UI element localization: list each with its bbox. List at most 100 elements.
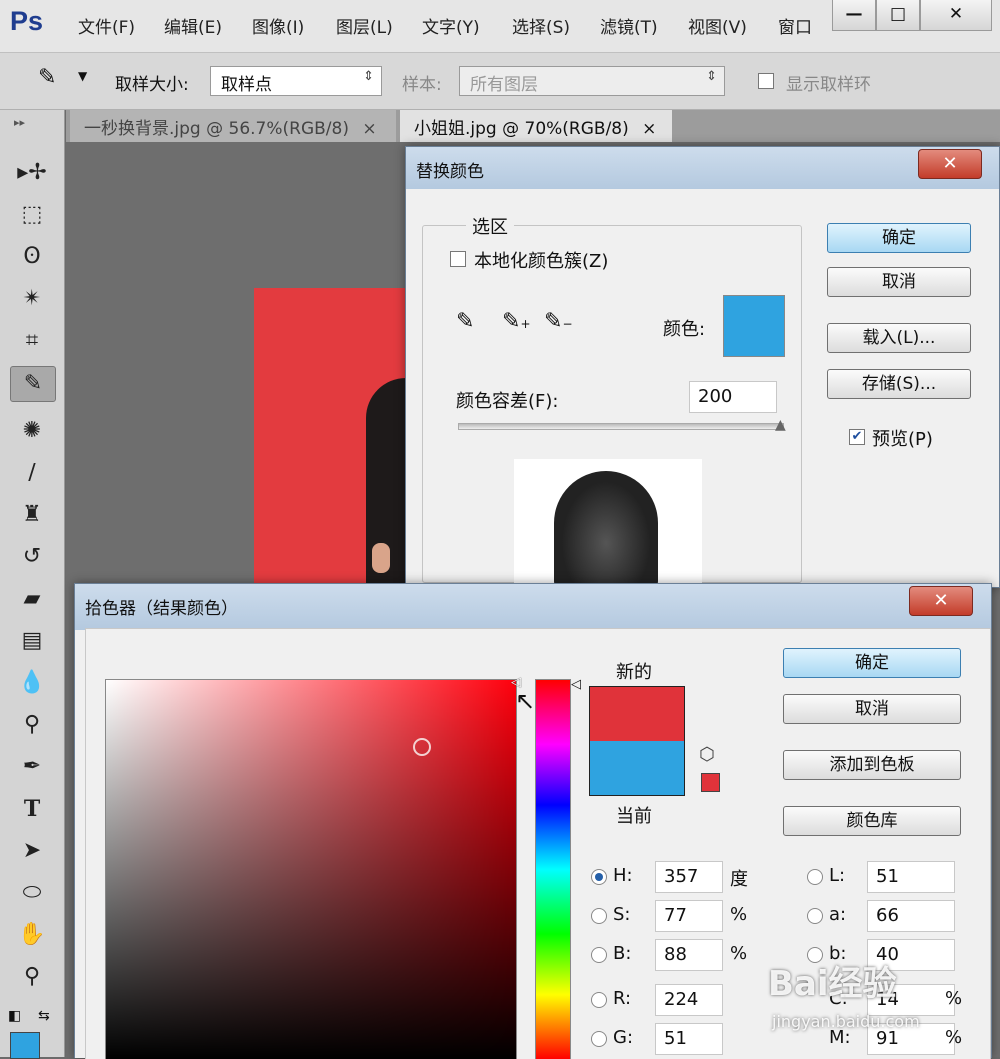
hand-tool-icon[interactable]: ✋ — [10, 918, 54, 952]
menu-view[interactable]: 视图(V) — [688, 13, 747, 38]
dialog-titlebar[interactable]: 拾色器（结果颜色） ✕ — [75, 584, 991, 630]
color-field-black-overlay — [106, 680, 516, 1059]
magic-wand-tool-icon[interactable]: ✴ — [10, 282, 54, 316]
zoom-tool-icon[interactable]: ⚲ — [10, 960, 54, 994]
path-selection-tool-icon[interactable]: ➤ — [10, 834, 54, 868]
maximize-button[interactable]: □ — [876, 0, 920, 31]
history-brush-tool-icon[interactable]: ↺ — [10, 540, 54, 574]
eyedropper-icon[interactable]: ✎ — [456, 309, 474, 334]
h-label: H: — [613, 865, 633, 886]
eyedropper-tool-icon[interactable]: ✎ — [10, 366, 56, 402]
cancel-button[interactable]: 取消 — [827, 267, 971, 297]
r-radio[interactable] — [591, 992, 607, 1008]
lasso-tool-icon[interactable]: ʘ — [10, 240, 54, 274]
menu-filter[interactable]: 滤镜(T) — [600, 13, 658, 38]
a-input[interactable]: 66 — [867, 900, 955, 932]
close-icon[interactable]: ✕ — [909, 586, 973, 616]
chevron-down-icon[interactable]: ▼ — [78, 69, 87, 83]
l-radio[interactable] — [807, 869, 823, 885]
pen-tool-icon[interactable]: ✒ — [10, 750, 54, 784]
show-ring-checkbox[interactable] — [758, 73, 774, 89]
add-to-swatches-button[interactable]: 添加到色板 — [783, 750, 961, 780]
brush-tool-icon[interactable]: ∕ — [10, 456, 54, 490]
menu-window[interactable]: 窗口 — [778, 13, 812, 38]
s-radio[interactable] — [591, 908, 607, 924]
gradient-tool-icon[interactable]: ▤ — [10, 624, 54, 658]
ok-button[interactable]: 确定 — [783, 648, 961, 678]
close-tab-icon[interactable]: × — [362, 119, 376, 139]
shape-tool-icon[interactable]: ⬭ — [10, 876, 54, 910]
document-photo[interactable] — [254, 288, 426, 588]
current-color-swatch[interactable] — [589, 741, 685, 796]
gamut-color-swatch[interactable] — [701, 773, 720, 792]
ok-button[interactable]: 确定 — [827, 223, 971, 253]
g-radio[interactable] — [591, 1031, 607, 1047]
load-button[interactable]: 载入(L)... — [827, 323, 971, 353]
dialog-titlebar[interactable]: 替换颜色 ✕ — [406, 147, 999, 189]
color-label: 颜色: — [663, 319, 706, 340]
eyedropper-minus-icon[interactable]: ✎− — [544, 309, 573, 334]
collapse-toolbox-icon[interactable]: ▸▸ — [14, 116, 25, 129]
localized-clusters-label: 本地化颜色簇(Z) — [474, 251, 609, 272]
r-input[interactable]: 224 — [655, 984, 723, 1016]
dodge-tool-icon[interactable]: ⚲ — [10, 708, 54, 742]
eraser-tool-icon[interactable]: ▰ — [10, 582, 54, 616]
close-tab-icon[interactable]: × — [642, 119, 656, 139]
menu-file[interactable]: 文件(F) — [78, 13, 135, 38]
l-input[interactable]: 51 — [867, 861, 955, 893]
eyedropper-preset-icon[interactable]: ✎ — [38, 65, 56, 90]
close-window-button[interactable]: ✕ — [920, 0, 992, 31]
tolerance-slider-thumb[interactable]: ▲ — [775, 417, 786, 433]
stamp-tool-icon[interactable]: ♜ — [10, 498, 54, 532]
s-input[interactable]: 77 — [655, 900, 723, 932]
b-input[interactable]: 88 — [655, 939, 723, 971]
g-input[interactable]: 51 — [655, 1023, 723, 1055]
hue-slider-handle[interactable]: ◁ — [571, 677, 581, 692]
save-button[interactable]: 存储(S)... — [827, 369, 971, 399]
menu-image[interactable]: 图像(I) — [252, 13, 304, 38]
healing-tool-icon[interactable]: ✺ — [10, 414, 54, 448]
color-field-marker[interactable] — [412, 738, 431, 757]
h-radio[interactable] — [591, 869, 607, 885]
default-colors-icon[interactable]: ◧ — [8, 1008, 21, 1024]
color-libraries-button[interactable]: 颜色库 — [783, 806, 961, 836]
tab-background-doc[interactable]: 一秒换背景.jpg @ 56.7%(RGB/8) × — [70, 110, 396, 142]
menu-edit[interactable]: 编辑(E) — [164, 13, 222, 38]
type-tool-icon[interactable]: T — [10, 792, 54, 826]
preview-label: 预览(P) — [872, 429, 933, 450]
color-swatch[interactable] — [723, 295, 785, 357]
tolerance-slider-track[interactable] — [458, 423, 784, 430]
close-icon[interactable]: ✕ — [918, 149, 982, 179]
menu-type[interactable]: 文字(Y) — [422, 13, 480, 38]
marquee-tool-icon[interactable]: ⬚ — [10, 198, 54, 232]
out-of-gamut-cube-icon[interactable]: ⬡ — [699, 744, 715, 765]
menu-layer[interactable]: 图层(L) — [336, 13, 393, 38]
selection-group-title: 选区 — [466, 213, 514, 239]
cancel-button[interactable]: 取消 — [783, 694, 961, 724]
r-label: R: — [613, 988, 632, 1009]
a-radio[interactable] — [807, 908, 823, 924]
preview-checkbox[interactable]: ✔ — [849, 429, 865, 445]
h-unit: 度 — [730, 869, 748, 890]
menu-bar: Ps 文件(F) 编辑(E) 图像(I) 图层(L) 文字(Y) 选择(S) 滤… — [0, 0, 1000, 52]
menu-select[interactable]: 选择(S) — [512, 13, 570, 38]
color-field[interactable] — [105, 679, 517, 1059]
minimize-button[interactable]: — — [832, 0, 876, 31]
selection-preview — [514, 459, 702, 583]
localized-clusters-checkbox[interactable] — [450, 251, 466, 267]
move-tool-icon[interactable]: ▸✢ — [10, 156, 54, 190]
sample-value: 所有图层 — [470, 75, 538, 95]
eyedropper-plus-icon[interactable]: ✎+ — [502, 309, 531, 334]
tolerance-input[interactable]: 200 — [689, 381, 777, 413]
l-label: L: — [829, 865, 846, 886]
hue-slider[interactable] — [535, 679, 571, 1059]
blur-tool-icon[interactable]: 💧 — [10, 666, 54, 700]
crop-tool-icon[interactable]: ⌗ — [10, 324, 54, 358]
swap-colors-icon[interactable]: ⇆ — [38, 1008, 50, 1024]
tab-active-doc[interactable]: 小姐姐.jpg @ 70%(RGB/8) × — [400, 110, 672, 142]
foreground-color-swatch[interactable] — [10, 1032, 40, 1059]
sample-select[interactable]: 所有图层 ⇕ — [459, 66, 725, 96]
sample-size-select[interactable]: 取样点 ⇕ — [210, 66, 382, 96]
b-radio[interactable] — [591, 947, 607, 963]
h-input[interactable]: 357 — [655, 861, 723, 893]
